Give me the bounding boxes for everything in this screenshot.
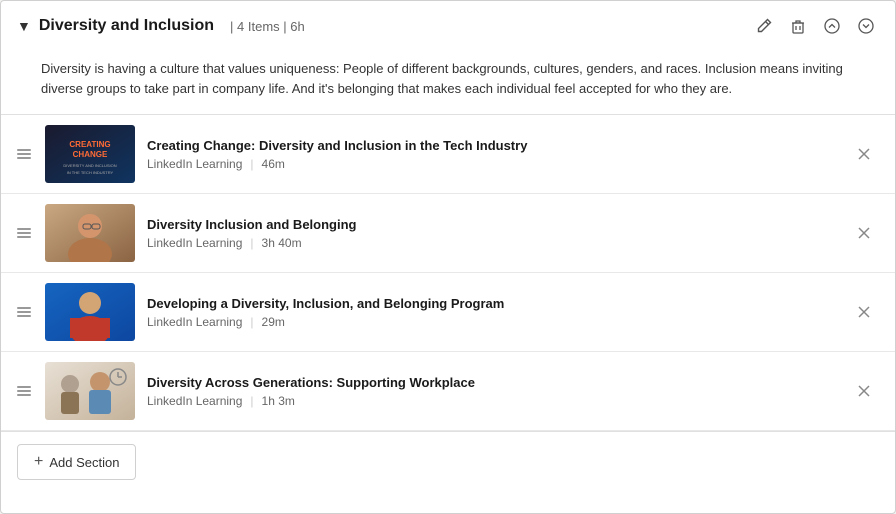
item-meta: LinkedIn Learning | 1h 3m	[147, 394, 837, 408]
item-info: Diversity Across Generations: Supporting…	[147, 375, 837, 408]
move-down-button[interactable]	[853, 13, 879, 39]
move-up-button[interactable]	[819, 13, 845, 39]
item-provider: LinkedIn Learning	[147, 157, 242, 171]
item-meta: LinkedIn Learning | 46m	[147, 157, 837, 171]
item-provider: LinkedIn Learning	[147, 236, 242, 250]
drag-handle[interactable]	[17, 386, 33, 396]
list-item: CREATING CHANGE DIVERSITY AND INCLUSION …	[1, 115, 895, 194]
thumbnail-diversity-belonging	[45, 204, 135, 262]
item-thumbnail	[45, 204, 135, 262]
collapse-chevron-icon[interactable]: ▼	[17, 18, 31, 34]
item-title: Developing a Diversity, Inclusion, and B…	[147, 296, 837, 311]
close-icon	[857, 147, 871, 161]
item-duration: 1h 3m	[262, 394, 295, 408]
edit-icon	[755, 17, 773, 35]
section-description: Diversity is having a culture that value…	[1, 51, 895, 114]
add-section-label: Add Section	[49, 455, 119, 470]
item-meta: LinkedIn Learning | 3h 40m	[147, 236, 837, 250]
remove-item-button[interactable]	[849, 301, 879, 323]
svg-text:CHANGE: CHANGE	[73, 150, 108, 159]
chevron-up-circle-icon	[823, 17, 841, 35]
item-thumbnail	[45, 362, 135, 420]
remove-item-button[interactable]	[849, 143, 879, 165]
thumbnail-developing	[45, 283, 135, 341]
edit-button[interactable]	[751, 13, 777, 39]
thumbnail-generations	[45, 362, 135, 420]
meta-separator: |	[250, 157, 253, 171]
section-meta: | 4 Items | 6h	[230, 19, 305, 34]
section-actions	[751, 13, 879, 39]
add-section-button[interactable]: + Add Section	[17, 444, 136, 480]
item-meta: LinkedIn Learning | 29m	[147, 315, 837, 329]
thumbnail-creating-change: CREATING CHANGE DIVERSITY AND INCLUSION …	[45, 125, 135, 183]
list-item: Developing a Diversity, Inclusion, and B…	[1, 273, 895, 352]
close-icon	[857, 226, 871, 240]
plus-icon: +	[34, 453, 43, 471]
drag-handle[interactable]	[17, 228, 33, 238]
trash-icon	[789, 17, 807, 35]
svg-text:CREATING: CREATING	[69, 140, 110, 149]
svg-text:DIVERSITY AND INCLUSION: DIVERSITY AND INCLUSION	[63, 163, 116, 168]
item-title: Creating Change: Diversity and Inclusion…	[147, 138, 837, 153]
item-title: Diversity Inclusion and Belonging	[147, 217, 837, 232]
section-title: Diversity and Inclusion	[39, 17, 214, 35]
list-item: Diversity Across Generations: Supporting…	[1, 352, 895, 431]
meta-separator: |	[250, 236, 253, 250]
item-provider: LinkedIn Learning	[147, 394, 242, 408]
meta-separator: |	[250, 315, 253, 329]
meta-separator: |	[250, 394, 253, 408]
items-list: CREATING CHANGE DIVERSITY AND INCLUSION …	[1, 114, 895, 431]
item-info: Developing a Diversity, Inclusion, and B…	[147, 296, 837, 329]
section-title-area: ▼ Diversity and Inclusion | 4 Items | 6h	[17, 17, 751, 35]
main-container: ▼ Diversity and Inclusion | 4 Items | 6h	[0, 0, 896, 514]
add-section-area: + Add Section	[1, 431, 895, 492]
remove-item-button[interactable]	[849, 222, 879, 244]
item-duration: 46m	[262, 157, 285, 171]
list-item: Diversity Inclusion and Belonging Linked…	[1, 194, 895, 273]
item-duration: 29m	[262, 315, 285, 329]
delete-button[interactable]	[785, 13, 811, 39]
close-icon	[857, 384, 871, 398]
item-info: Diversity Inclusion and Belonging Linked…	[147, 217, 837, 250]
item-info: Creating Change: Diversity and Inclusion…	[147, 138, 837, 171]
drag-handle[interactable]	[17, 149, 33, 159]
drag-handle[interactable]	[17, 307, 33, 317]
remove-item-button[interactable]	[849, 380, 879, 402]
chevron-down-circle-icon	[857, 17, 875, 35]
close-icon	[857, 305, 871, 319]
item-thumbnail	[45, 283, 135, 341]
item-thumbnail: CREATING CHANGE DIVERSITY AND INCLUSION …	[45, 125, 135, 183]
section-header: ▼ Diversity and Inclusion | 4 Items | 6h	[1, 1, 895, 51]
svg-text:IN THE TECH INDUSTRY: IN THE TECH INDUSTRY	[67, 170, 114, 175]
item-duration: 3h 40m	[262, 236, 302, 250]
item-provider: LinkedIn Learning	[147, 315, 242, 329]
item-title: Diversity Across Generations: Supporting…	[147, 375, 837, 390]
